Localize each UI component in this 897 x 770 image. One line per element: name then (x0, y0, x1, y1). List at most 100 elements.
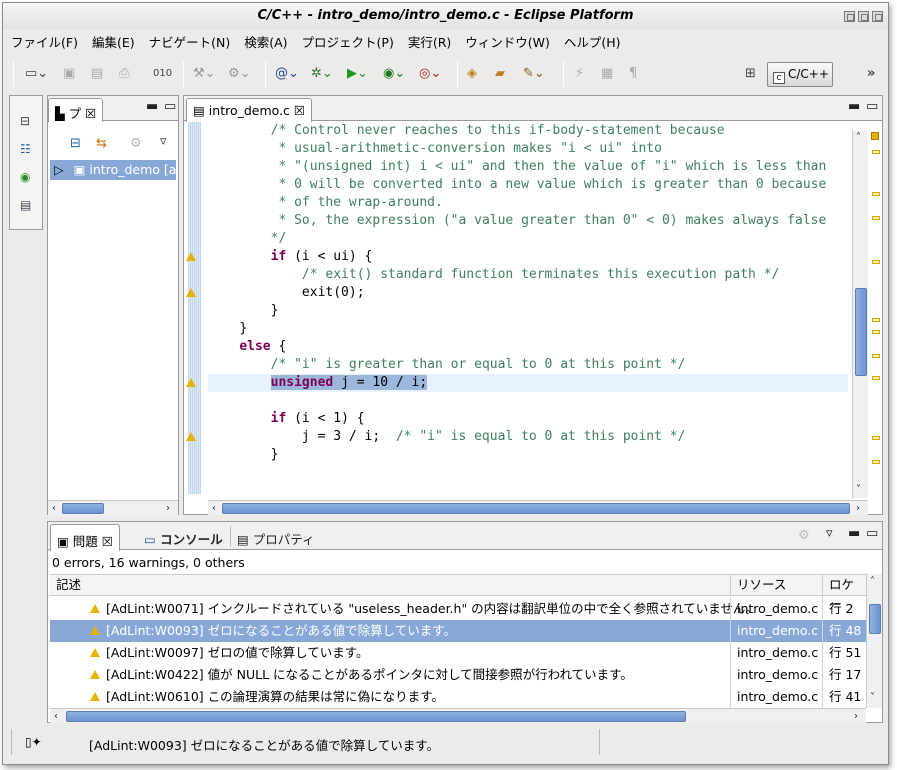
problem-row[interactable]: [AdLint:W0093] ゼロになることがある値で除算しています。 intro… (50, 620, 866, 642)
tab-console[interactable]: ▭ コンソール (138, 526, 229, 547)
scroll-right-icon[interactable]: › (856, 503, 860, 515)
outline-icon[interactable]: ☷ (20, 142, 31, 156)
save-icon[interactable]: ▣ (63, 65, 75, 83)
save-all-icon[interactable]: ▤ (91, 65, 103, 83)
open-perspective-icon[interactable]: ⊞ (745, 65, 756, 83)
code-line[interactable]: * of the wrap-around. (208, 194, 848, 212)
overview-warning-marker[interactable] (872, 216, 880, 220)
scroll-thumb[interactable] (62, 503, 104, 514)
view-menu-icon[interactable]: ▿ (826, 527, 833, 540)
code-line[interactable]: unsigned j = 10 / i; (208, 374, 848, 392)
menu-project[interactable]: プロジェクト(P) (294, 29, 400, 51)
maximize-view-icon[interactable]: ▭ (866, 100, 878, 113)
code-line[interactable]: if (i < 1) { (208, 410, 848, 428)
code-line[interactable]: * 0 will be converted into a new value w… (208, 176, 848, 194)
menu-search[interactable]: 検索(A) (236, 29, 293, 51)
overview-warning-marker[interactable] (872, 376, 880, 380)
code-area[interactable]: /* Control never reaches to this if-body… (208, 122, 848, 494)
menu-navigate[interactable]: ナビゲート(N) (141, 29, 237, 51)
make-target-icon[interactable]: ◉ (20, 170, 30, 184)
perspective-cpp-button[interactable]: C C/C++ (767, 62, 833, 87)
code-line[interactable] (208, 482, 848, 494)
minimize-button[interactable] (844, 11, 855, 22)
close-icon[interactable]: ☒ (294, 103, 305, 118)
warning-icon[interactable] (186, 378, 196, 387)
build-icon[interactable]: ⚒⌄ (193, 65, 216, 83)
overview-warning-marker[interactable] (872, 330, 880, 334)
maximize-button[interactable] (858, 11, 869, 22)
scroll-thumb[interactable] (66, 711, 686, 722)
annotation-icon[interactable]: ⚡ (575, 65, 584, 83)
at-icon[interactable]: @⌄ (275, 65, 299, 83)
code-line[interactable]: } (208, 446, 848, 464)
scroll-left-icon[interactable]: ‹ (54, 711, 58, 723)
tab-intro-demo-c[interactable]: ▤ intro_demo.c ☒ (186, 98, 313, 122)
maximize-view-icon[interactable]: ▭ (866, 527, 878, 540)
collapse-all-icon[interactable]: ⊟ (70, 137, 81, 150)
run-icon[interactable]: ▶⌄ (347, 65, 368, 83)
explorer-hscrollbar[interactable]: ‹ › (48, 500, 178, 516)
code-line[interactable]: exit(0); (208, 284, 848, 302)
column-description[interactable]: 記述 (56, 575, 81, 595)
external-tools-icon[interactable]: ◎⌄ (419, 65, 441, 83)
code-line[interactable] (208, 392, 848, 410)
block-icon[interactable]: ▦ (601, 65, 613, 83)
editor-vscrollbar[interactable]: ˄ ˅ (852, 130, 868, 498)
warning-icon[interactable] (186, 288, 196, 297)
fast-view-icon[interactable]: ▯✦ (25, 735, 42, 749)
problems-hscrollbar[interactable]: ‹ › (50, 708, 866, 723)
problem-row[interactable]: [AdLint:W0610] この論理演算の結果は常に偽になります。 intro_… (50, 686, 866, 708)
scroll-up-icon[interactable]: ˄ (870, 576, 875, 588)
problem-row[interactable]: [AdLint:W0071] インクルードされている "useless_head… (50, 598, 866, 620)
code-line[interactable]: * "(unsigned int) i < ui" and then the v… (208, 158, 848, 176)
new-icon[interactable]: ▭⌄ (25, 65, 48, 83)
scroll-left-icon[interactable]: ‹ (52, 503, 56, 515)
code-line[interactable]: j = 3 / i; /* "i" is equal to 0 at this … (208, 428, 848, 446)
menu-window[interactable]: ウィンドウ(W) (457, 29, 556, 51)
scroll-up-icon[interactable]: ˄ (856, 132, 861, 144)
column-resource[interactable]: リソース (730, 575, 786, 595)
scroll-down-icon[interactable]: ˅ (856, 484, 861, 496)
view-menu-icon[interactable]: ▿ (160, 135, 167, 148)
tab-problems[interactable]: ▣ 問題 ☒ (50, 524, 121, 551)
overview-warning-marker[interactable] (872, 354, 880, 358)
overview-warning-marker[interactable] (872, 260, 880, 264)
maximize-view-icon[interactable]: ▭ (164, 100, 176, 113)
problem-row[interactable]: [AdLint:W0422] 値が NULL になることがあるポインタに対して間… (50, 664, 866, 686)
restore-icon[interactable]: ⊟ (20, 114, 30, 128)
scroll-thumb[interactable] (855, 288, 867, 376)
minimize-view-icon[interactable]: ▬ (848, 100, 860, 113)
overview-warning-marker[interactable] (872, 318, 880, 322)
code-line[interactable]: else { (208, 338, 848, 356)
binary-icon[interactable]: 010 (153, 65, 172, 83)
target-icon[interactable]: ⚙⌄ (228, 65, 251, 83)
search-tool-icon[interactable]: ✎⌄ (523, 65, 545, 83)
tree-expand-icon[interactable]: ▷ (54, 162, 64, 177)
open-type-icon[interactable]: ◈ (467, 65, 477, 83)
minimize-view-icon[interactable]: ▬ (146, 100, 158, 113)
code-line[interactable]: } (208, 302, 848, 320)
scroll-left-icon[interactable]: ‹ (212, 503, 216, 515)
close-button[interactable] (872, 11, 883, 22)
paragraph-icon[interactable]: ¶ (629, 65, 637, 83)
problems-vscrollbar[interactable]: ˄ ˅ (866, 574, 882, 708)
editor-hscrollbar[interactable]: ‹ › (208, 500, 868, 515)
open-folder-icon[interactable]: ▰ (495, 65, 505, 83)
warning-icon[interactable] (186, 252, 196, 261)
code-line[interactable]: */ (208, 230, 848, 248)
menu-edit[interactable]: 編集(E) (84, 29, 141, 51)
close-icon[interactable]: ☒ (85, 106, 96, 121)
minimize-view-icon[interactable]: ▬ (848, 527, 860, 540)
tree-item-intro-demo[interactable]: ▷ ▣ intro_demo [ac (50, 160, 176, 180)
menu-help[interactable]: ヘルプ(H) (556, 29, 627, 51)
code-line[interactable] (208, 464, 848, 482)
scroll-down-icon[interactable]: ˅ (870, 692, 875, 704)
code-line[interactable]: * So, the expression ("a value greater t… (208, 212, 848, 230)
filter-icon[interactable]: ⚙ (130, 137, 142, 150)
warning-icon[interactable] (186, 432, 196, 441)
code-line[interactable]: if (i < ui) { (208, 248, 848, 266)
overview-warning-marker[interactable] (872, 436, 880, 440)
filter-icon[interactable]: ⚙ (798, 529, 810, 542)
link-editor-icon[interactable]: ⇆ (96, 137, 107, 150)
tab-properties[interactable]: ▤ プロパティ (230, 526, 321, 547)
